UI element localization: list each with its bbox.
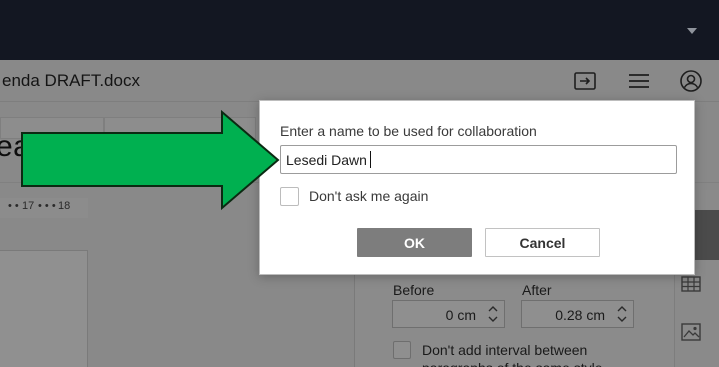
dont-ask-checkbox[interactable] <box>280 187 299 206</box>
user-icon[interactable] <box>679 70 703 92</box>
ruler-dots: • • • <box>38 200 56 212</box>
spin-arrows-icon[interactable] <box>615 303 629 325</box>
open-file-location-icon[interactable] <box>573 70 597 92</box>
no-interval-label-line2: paragraphs of the same style <box>422 359 603 367</box>
ruler-mark: 17 <box>22 200 35 212</box>
collaboration-name-input[interactable] <box>280 145 677 174</box>
no-interval-label: Don't add interval between <box>422 342 588 358</box>
after-label: After <box>522 282 552 298</box>
no-interval-checkbox[interactable] <box>393 341 411 359</box>
ruler: • • 17 • • • 18 <box>0 198 88 218</box>
text-caret <box>370 151 371 168</box>
spin-arrows-icon[interactable] <box>486 303 500 325</box>
table-icon[interactable] <box>680 274 702 294</box>
document-page[interactable] <box>0 250 88 367</box>
toolbar-cell <box>104 117 256 139</box>
before-value: 0 cm <box>445 307 476 323</box>
app-topbar <box>0 0 719 60</box>
document-title: enda DRAFT.docx <box>2 71 140 90</box>
ruler-dots: • • <box>8 200 19 212</box>
ruler-mark: 18 <box>58 200 71 212</box>
heading-preview: ea <box>0 130 31 163</box>
chevron-down-icon[interactable] <box>687 28 697 34</box>
after-spin-input[interactable]: 0.28 cm <box>521 300 634 328</box>
dont-ask-label[interactable]: Don't ask me again <box>309 188 428 204</box>
menu-icon[interactable] <box>627 70 651 92</box>
ok-button[interactable]: OK <box>357 228 472 257</box>
rail-active-tab[interactable] <box>695 210 719 260</box>
document-titlebar: enda DRAFT.docx <box>0 60 719 102</box>
before-spin-input[interactable]: 0 cm <box>392 300 505 328</box>
after-value: 0.28 cm <box>555 307 605 323</box>
before-label: Before <box>393 282 435 298</box>
cancel-button[interactable]: Cancel <box>485 228 600 257</box>
image-icon[interactable] <box>680 322 702 342</box>
collaboration-name-dialog: Enter a name to be used for collaboratio… <box>259 100 695 275</box>
dialog-prompt: Enter a name to be used for collaboratio… <box>280 123 537 139</box>
